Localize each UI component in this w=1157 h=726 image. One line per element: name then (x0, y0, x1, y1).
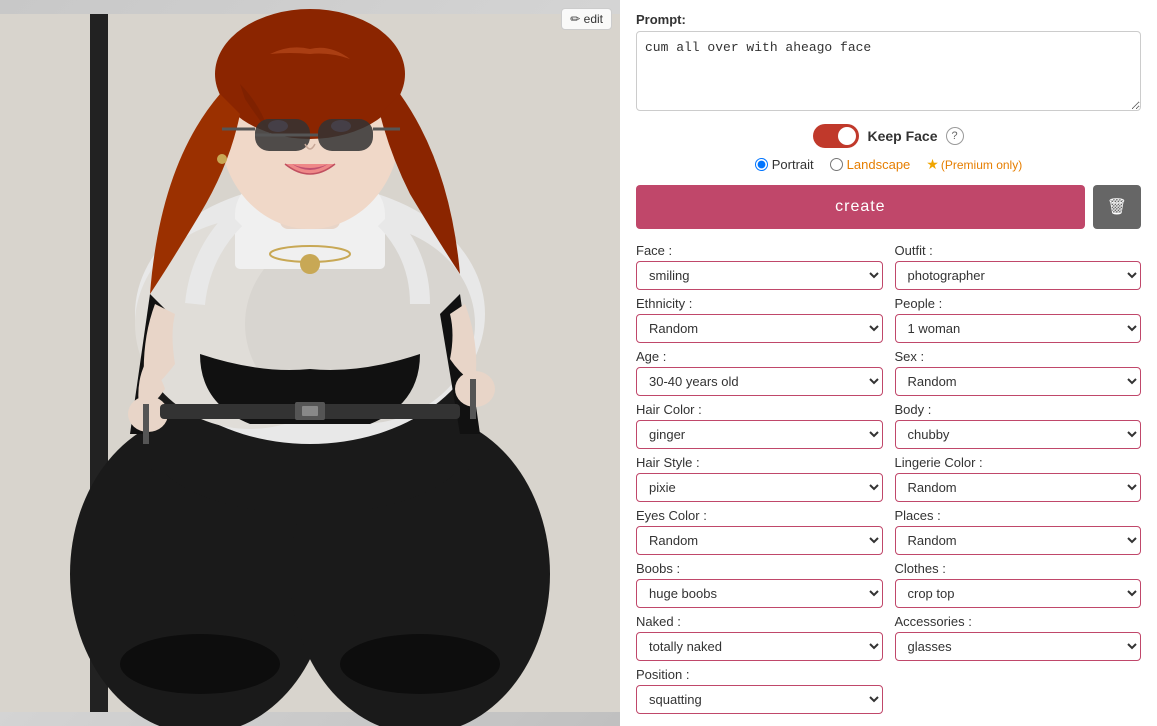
portrait-label: Portrait (772, 157, 814, 172)
label-hair_style: Hair Style : (636, 455, 883, 470)
orientation-row: Portrait Landscape ★ (Premium only) (636, 156, 1141, 173)
field-group-boobs: Boobs : Randomflatsmallmediumlargehuge bo… (636, 561, 883, 608)
label-boobs: Boobs : (636, 561, 883, 576)
label-naked: Naked : (636, 614, 883, 629)
select-ethnicity[interactable]: RandomAsianCaucasianLatinaAfrican (636, 314, 883, 343)
star-icon: ★ (926, 156, 939, 173)
field-group-naked: Naked : nopartiallytotally naked (636, 614, 883, 661)
label-body: Body : (895, 402, 1142, 417)
landscape-radio-label[interactable]: Landscape (830, 157, 911, 172)
select-sex[interactable]: RandomFemaleMale (895, 367, 1142, 396)
select-lingerie_color[interactable]: Randomblackwhiteredpinkblue (895, 473, 1142, 502)
select-outfit[interactable]: photographercasualformalbikininursemaid (895, 261, 1142, 290)
portrait-radio[interactable] (755, 158, 768, 171)
select-people[interactable]: 1 woman2 women1 mancouple (895, 314, 1142, 343)
premium-label: (Premium only) (941, 158, 1022, 172)
label-clothes: Clothes : (895, 561, 1142, 576)
label-sex: Sex : (895, 349, 1142, 364)
field-group-age: Age : 18-25 years old25-30 years old30-40… (636, 349, 883, 396)
field-group-body: Body : Randomslimathleticcurvychubbypetit… (895, 402, 1142, 449)
toggle-thumb (838, 127, 856, 145)
label-age: Age : (636, 349, 883, 364)
select-age[interactable]: 18-25 years old25-30 years old30-40 year… (636, 367, 883, 396)
field-group-eyes_color: Eyes Color : Randombluegreenbrowngrayhaze… (636, 508, 883, 555)
keep-face-row: Keep Face ? (636, 124, 1141, 148)
label-outfit: Outfit : (895, 243, 1142, 258)
field-group-sex: Sex : RandomFemaleMale (895, 349, 1142, 396)
prompt-label: Prompt: (636, 12, 1141, 27)
select-accessories[interactable]: noneglassessunglasseshatjewelrywatch (895, 632, 1142, 661)
premium-badge[interactable]: ★ (Premium only) (926, 156, 1022, 173)
toggle-track (813, 124, 859, 148)
prompt-input[interactable] (636, 31, 1141, 111)
field-group-face: Face : smilingneutralseriousangrysadsurpr… (636, 243, 883, 290)
label-accessories: Accessories : (895, 614, 1142, 629)
select-body[interactable]: Randomslimathleticcurvychubbypetite (895, 420, 1142, 449)
label-people: People : (895, 296, 1142, 311)
select-eyes_color[interactable]: Randombluegreenbrowngrayhazel (636, 526, 883, 555)
landscape-radio[interactable] (830, 158, 843, 171)
field-group-outfit: Outfit : photographercasualformalbikininu… (895, 243, 1142, 290)
field-group-ethnicity: Ethnicity : RandomAsianCaucasianLatinaAfr… (636, 296, 883, 343)
create-row: create 🗑 (636, 185, 1141, 229)
label-places: Places : (895, 508, 1142, 523)
landscape-label: Landscape (847, 157, 911, 172)
label-ethnicity: Ethnicity : (636, 296, 883, 311)
field-group-clothes: Clothes : Randomnakedlingeriecasualcrop t… (895, 561, 1142, 608)
select-clothes[interactable]: Randomnakedlingeriecasualcrop topdressje… (895, 579, 1142, 608)
select-face[interactable]: smilingneutralseriousangrysadsurprised (636, 261, 883, 290)
label-hair_color: Hair Color : (636, 402, 883, 417)
keep-face-toggle[interactable] (813, 124, 859, 148)
field-group-people: People : 1 woman2 women1 mancouple (895, 296, 1142, 343)
form-grid: Face : smilingneutralseriousangrysadsurpr… (636, 243, 1141, 714)
label-position: Position : (636, 667, 883, 682)
field-group-accessories: Accessories : noneglassessunglasseshatjew… (895, 614, 1142, 661)
character-image (0, 0, 620, 726)
label-lingerie_color: Lingerie Color : (895, 455, 1142, 470)
select-hair_style[interactable]: Randomlongshortponytailpixiebunwavy (636, 473, 883, 502)
select-hair_color[interactable]: Randomblackblondebrowngingerwhitepinkblu… (636, 420, 883, 449)
select-places[interactable]: Randombedroomofficebeachkitchenbathroom (895, 526, 1142, 555)
label-eyes_color: Eyes Color : (636, 508, 883, 523)
label-face: Face : (636, 243, 883, 258)
field-group-position: Position : Randomstandingsittinglyingsqua… (636, 667, 883, 714)
field-group-hair_color: Hair Color : Randomblackblondebrownginger… (636, 402, 883, 449)
select-position[interactable]: Randomstandingsittinglyingsquattingkneel… (636, 685, 883, 714)
help-icon[interactable]: ? (946, 127, 964, 145)
portrait-radio-label[interactable]: Portrait (755, 157, 814, 172)
field-group-lingerie_color: Lingerie Color : Randomblackwhiteredpinkb… (895, 455, 1142, 502)
delete-button[interactable]: 🗑 (1093, 185, 1141, 229)
keep-face-label: Keep Face (867, 128, 937, 144)
select-naked[interactable]: nopartiallytotally naked (636, 632, 883, 661)
select-boobs[interactable]: Randomflatsmallmediumlargehuge boobs (636, 579, 883, 608)
create-button[interactable]: create (636, 185, 1085, 229)
edit-button[interactable]: ✏ edit (561, 8, 612, 30)
right-panel: Prompt: Keep Face ? Portrait Landscape ★… (620, 0, 1157, 726)
field-group-places: Places : Randombedroomofficebeachkitchenb… (895, 508, 1142, 555)
field-group-hair_style: Hair Style : Randomlongshortponytailpixie… (636, 455, 883, 502)
image-panel: ✏ edit (0, 0, 620, 726)
